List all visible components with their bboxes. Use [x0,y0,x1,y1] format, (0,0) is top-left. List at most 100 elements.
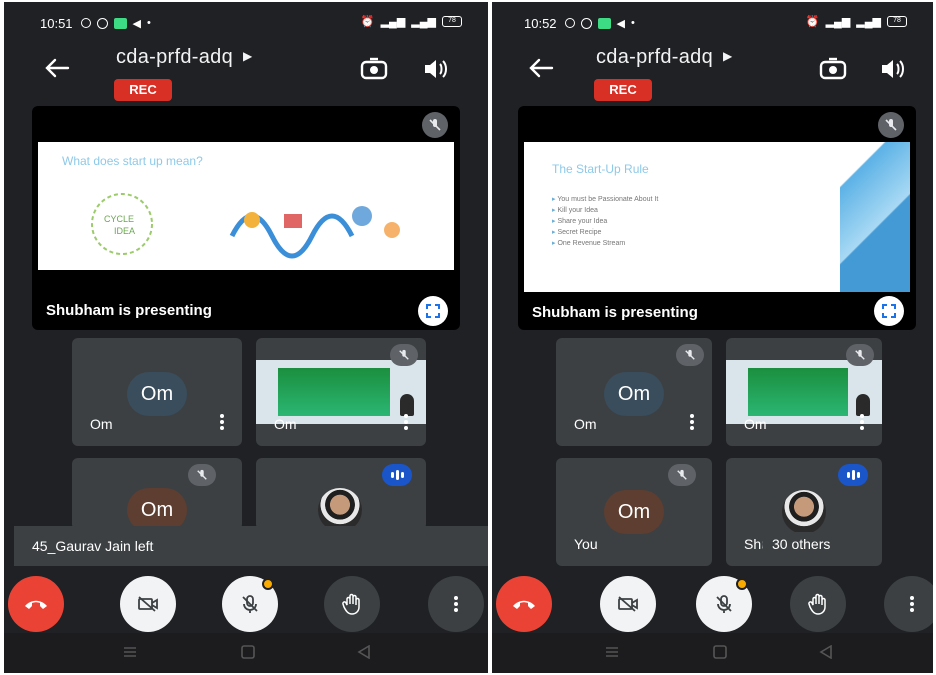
more-vert-icon[interactable] [404,414,408,430]
mic-toggle-button[interactable] [696,576,752,632]
camera-toggle-button[interactable] [600,576,656,632]
recents-icon[interactable] [604,645,620,659]
participant-tile[interactable]: Om Om [556,338,712,446]
meeting-header: cda-prfd-adq ▶ REC [492,44,933,106]
mic-off-icon [242,595,258,613]
participant-tile[interactable]: Om Om [72,338,242,446]
more-vert-icon[interactable] [220,414,224,430]
mic-toggle-button[interactable] [222,576,278,632]
camera-switch-icon[interactable] [818,56,848,82]
app-notification-icon [113,17,127,29]
mic-off-icon [846,344,874,366]
telegram-icon: ◀ [616,17,626,30]
raise-hand-icon [808,593,826,615]
video-thumbnail [256,360,426,424]
camera-toggle-button[interactable] [120,576,176,632]
participant-photo [782,490,826,534]
more-options-button[interactable] [884,576,933,632]
status-system-icons: ⏰ ▂▄▆ ▂▄▆ 78 [806,15,907,28]
presentation-panel[interactable]: The Start-Up Rule You must be Passionate… [518,106,916,330]
presenter-label: Shubham is presenting [46,302,212,319]
signal-icon-2: ▂▄▆ [411,16,436,28]
end-call-button[interactable] [496,576,552,632]
speaker-icon[interactable] [422,56,448,82]
back-nav-icon[interactable] [818,645,834,659]
slide-bullet: Kill your Idea [552,205,658,216]
camera-switch-icon[interactable] [359,56,389,82]
more-vert-icon [910,596,914,612]
raise-hand-button[interactable] [324,576,380,632]
participant-tile[interactable] [256,458,426,530]
phone-screen-right: 10:52 ◀ • ⏰ ▂▄▆ ▂▄▆ 78 cda-prfd-adq ▶ REC… [492,2,933,673]
others-count-pill[interactable]: 30 others [762,532,841,556]
telegram-icon: ◀ [132,17,142,30]
battery-icon: 78 [887,16,907,27]
participant-name: Om [274,416,297,432]
mic-off-icon [878,112,904,138]
more-vert-icon[interactable] [690,414,694,430]
alarm-icon: ⏰ [805,16,820,28]
camera-off-icon [138,596,158,612]
slide-illustration: CYCLE IDEA [91,193,400,259]
alarm-icon: ⏰ [360,16,375,28]
chevron-right-icon: ▶ [723,49,733,63]
raise-hand-icon [342,593,360,615]
home-icon[interactable] [712,645,728,659]
fullscreen-icon [426,304,440,318]
fullscreen-button[interactable] [874,296,904,326]
svg-text:CYCLE: CYCLE [104,214,134,224]
fullscreen-icon [882,304,896,318]
system-navigation-bar [492,633,933,673]
battery-icon: 78 [442,16,462,27]
meeting-code[interactable]: cda-prfd-adq ▶ [596,46,733,69]
participant-tile[interactable]: Om You [556,458,712,566]
warning-badge [262,578,274,590]
end-call-button[interactable] [8,576,64,632]
more-vert-icon[interactable] [860,414,864,430]
speaker-icon[interactable] [879,56,905,82]
app-notification-icon [597,17,611,29]
slide-bullets: You must be Passionate About It Kill you… [552,194,658,249]
home-icon[interactable] [240,645,256,659]
back-nav-icon[interactable] [356,645,372,659]
mic-off-icon [716,595,732,613]
recording-badge: REC [594,79,652,101]
status-system-icons: ⏰ ▂▄▆ ▂▄▆ 78 [361,15,462,28]
status-bar: 10:52 ◀ • ⏰ ▂▄▆ ▂▄▆ 78 [492,2,933,44]
slide-bullet: Secret Recipe [552,227,658,238]
avatar: Om [127,488,187,530]
participant-tile[interactable]: Om [72,458,242,530]
circle-icon [564,18,575,28]
call-controls [492,576,933,632]
fullscreen-button[interactable] [418,296,448,326]
meeting-code[interactable]: cda-prfd-adq ▶ [116,46,253,69]
participant-photo [318,488,362,530]
status-time: 10:52 [524,15,557,31]
status-bar: 10:51 ◀ • ⏰ ▂▄▆ ▂▄▆ 78 [4,2,488,44]
presenter-label: Shubham is presenting [532,304,698,321]
back-arrow-icon[interactable] [42,56,72,80]
whatsapp-icon [580,17,592,29]
slide-title: What does start up mean? [62,154,203,168]
chevron-right-icon: ▶ [243,49,253,63]
svg-text:IDEA: IDEA [114,226,135,236]
signal-icon: ▂▄▆ [380,16,406,28]
participant-name: Om [90,416,113,432]
slide-title: The Start-Up Rule [552,162,649,176]
call-controls [4,576,488,632]
recents-icon[interactable] [122,645,138,659]
more-options-button[interactable] [428,576,484,632]
shared-slide: What does start up mean? CYCLE IDEA [38,142,454,270]
end-call-icon [513,600,535,609]
warning-badge [736,578,748,590]
back-arrow-icon[interactable] [526,56,556,80]
camera-off-icon [618,596,638,612]
participant-tile[interactable]: Om [726,338,882,446]
raise-hand-button[interactable] [790,576,846,632]
participant-left-toast: 45_Gaurav Jain left [14,526,488,566]
video-thumbnail [726,360,882,424]
participant-tile[interactable]: Om [256,338,426,446]
presentation-panel[interactable]: What does start up mean? CYCLE IDEA Shub… [32,106,460,330]
more-vert-icon [454,596,458,612]
status-time: 10:51 [40,15,73,31]
